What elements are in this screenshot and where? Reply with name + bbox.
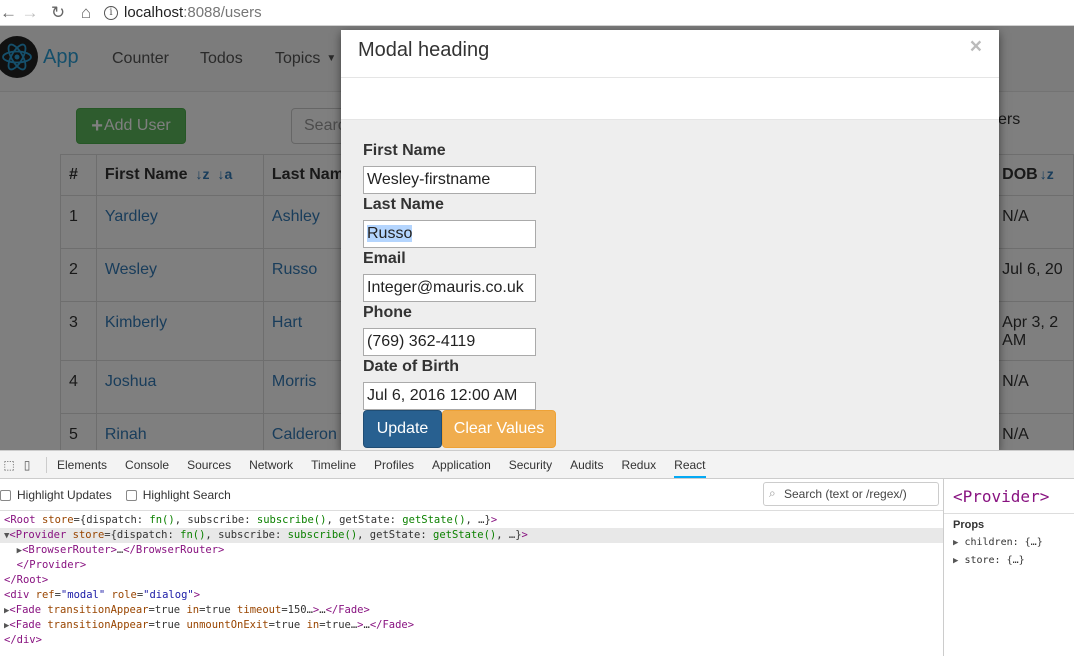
tab-divider [46,456,47,473]
modal-header: Modal heading × [341,30,999,78]
tree-node-fade-1[interactable]: ▶<Fade transitionAppear=true in=true tim… [0,603,943,618]
device-mode-icon[interactable]: ▯ [18,458,36,472]
tree-node-div-close[interactable]: </div> [0,633,943,648]
props-section: Props ▶ children: {…} ▶ store: {…} [944,513,1074,575]
tab-elements[interactable]: Elements [57,458,107,472]
tree-node-provider[interactable]: ▼<Provider store={dispatch: fn(), subscr… [0,528,943,543]
first-name-field[interactable]: Wesley-firstname [363,166,536,194]
modal-body: First Name Wesley-firstname Last Name Ru… [341,120,999,450]
highlight-search-toggle[interactable]: Highlight Search [125,487,231,502]
checkbox-icon[interactable] [0,489,11,501]
reload-icon[interactable]: ↻ [44,0,72,26]
back-icon[interactable]: ← [0,0,17,26]
home-icon[interactable]: ⌂ [72,0,100,26]
devtools-panel: ⬚ ▯ Elements Console Sources Network Tim… [0,450,1074,656]
url-host: localhost [124,4,184,21]
tree-node-div-modal[interactable]: <div ref="modal" role="dialog"> [0,588,943,603]
modal-title: Modal heading [358,39,490,61]
tab-redux[interactable]: Redux [621,458,656,472]
search-icon: ⌕ [769,486,776,500]
highlight-search-label: Highlight Search [142,487,231,502]
expand-arrow-icon[interactable]: ▶ [953,556,958,566]
props-heading: Props [953,519,985,531]
modal-subheader [341,78,999,120]
component-tree: <Root store={dispatch: fn(), subscribe: … [0,513,943,648]
email-label: Email [363,250,406,267]
selected-component-name: <Provider> [953,487,1050,506]
email-field[interactable]: Integer@mauris.co.uk [363,274,536,302]
app-viewport: App Counter Todos Topics▼ +Add User Sear… [0,26,1074,450]
edit-user-modal: Modal heading × First Name Wesley-firstn… [341,30,999,450]
update-button[interactable]: Update [363,410,442,448]
tree-node-root[interactable]: <Root store={dispatch: fn(), subscribe: … [0,513,943,528]
tab-console[interactable]: Console [125,458,169,472]
tab-sources[interactable]: Sources [187,458,231,472]
last-name-field[interactable]: Russo [363,220,536,248]
forward-icon[interactable]: → [16,0,44,26]
last-name-label: Last Name [363,196,444,213]
phone-label: Phone [363,304,412,321]
component-search-input[interactable]: ⌕ Search (text or /regex/) [763,482,939,506]
tab-application[interactable]: Application [432,458,491,472]
dob-label: Date of Birth [363,358,459,375]
tree-node-fade-2[interactable]: ▶<Fade transitionAppear=true unmountOnEx… [0,618,943,633]
tree-node-root-close[interactable]: </Root> [0,573,943,588]
address-bar[interactable]: i localhost:8088/users [104,4,262,21]
phone-field[interactable]: (769) 362-4119 [363,328,536,356]
search-placeholder: Search (text or /regex/) [784,487,907,501]
dob-field[interactable]: Jul 6, 2016 12:00 AM [363,382,536,410]
tab-security[interactable]: Security [509,458,552,472]
devtools-tabbar: ⬚ ▯ Elements Console Sources Network Tim… [0,451,1074,479]
tree-node-browserrouter[interactable]: ▶<BrowserRouter>…</BrowserRouter> [0,543,943,558]
tree-node-provider-close[interactable]: </Provider> [0,558,943,573]
prop-store-label: store: {…} [964,555,1025,566]
inspect-element-icon[interactable]: ⬚ [0,458,18,472]
tab-timeline[interactable]: Timeline [311,458,356,472]
tab-network[interactable]: Network [249,458,293,472]
tab-audits[interactable]: Audits [570,458,603,472]
react-devtools-toolbar: Highlight Updates Highlight Search ⌕ Sear… [0,479,1074,511]
first-name-label: First Name [363,142,446,159]
last-name-selected-text: Russo [367,225,413,242]
browser-toolbar: ← → ↻ ⌂ i localhost:8088/users [0,0,1074,26]
checkbox-icon[interactable] [125,489,137,501]
url-path: :8088/users [183,4,262,21]
close-icon[interactable]: × [970,35,982,59]
highlight-updates-toggle[interactable]: Highlight Updates [0,488,112,502]
expand-arrow-icon[interactable]: ▶ [953,538,958,548]
prop-store[interactable]: ▶ store: {…} [953,552,1066,570]
tab-react[interactable]: React [674,458,706,478]
tab-profiles[interactable]: Profiles [374,458,414,472]
props-sidebar: <Provider> Props ▶ children: {…} ▶ store… [943,479,1074,656]
info-icon[interactable]: i [104,5,118,20]
highlight-updates-label: Highlight Updates [17,487,112,502]
prop-children-label: children: {…} [964,537,1043,548]
prop-children[interactable]: ▶ children: {…} [953,534,1066,552]
clear-values-button[interactable]: Clear Values [442,410,556,448]
